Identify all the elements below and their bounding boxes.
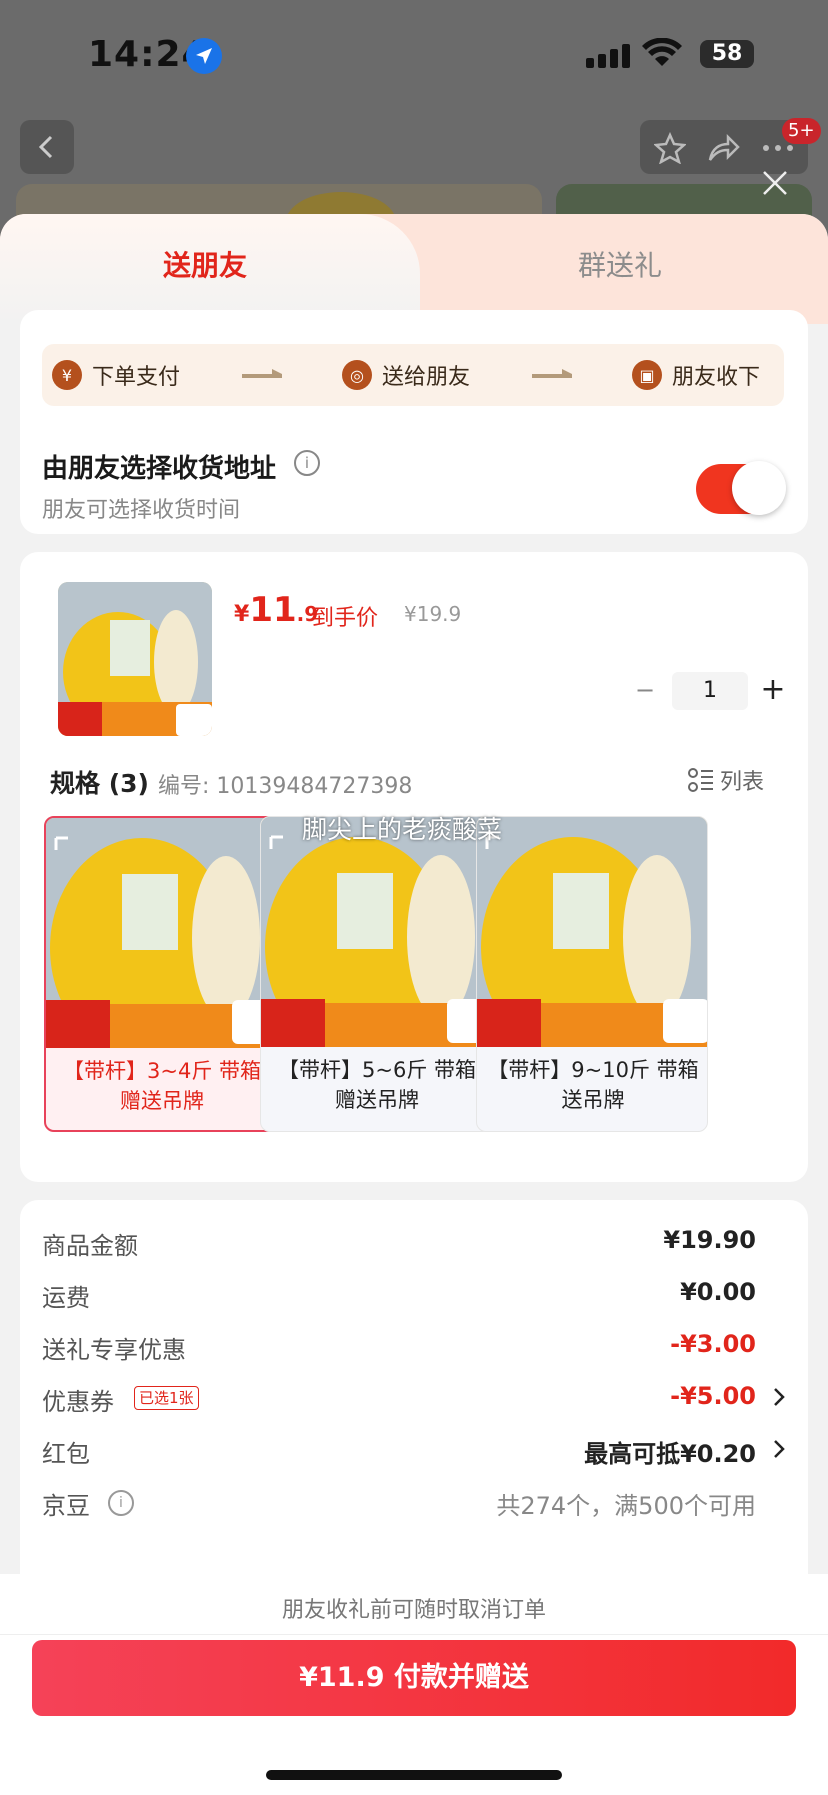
cellular-signal-icon bbox=[586, 44, 630, 68]
address-toggle[interactable] bbox=[696, 461, 786, 515]
summary-row-jd-beans: 京豆 i 共274个，满500个可用 bbox=[42, 1482, 786, 1522]
list-view-button[interactable]: 列表 bbox=[688, 764, 764, 796]
tab-group-gift[interactable]: 群送礼 bbox=[520, 244, 720, 284]
step-send: ◎ 送给朋友 bbox=[342, 359, 470, 391]
summary-value: ¥19.90 bbox=[663, 1226, 756, 1254]
tab-send-friend-label: 送朋友 bbox=[162, 249, 247, 282]
spec-code: 编号: 10139484727398 bbox=[158, 774, 413, 799]
summary-row-shipping: 运费 ¥0.00 bbox=[42, 1274, 786, 1314]
step-receive-label: 朋友收下 bbox=[672, 365, 761, 390]
quantity-input[interactable]: 1 bbox=[672, 672, 748, 710]
quantity-increase-button[interactable]: + bbox=[756, 672, 790, 710]
arrow-icon bbox=[242, 369, 282, 378]
summary-row-gift-discount: 送礼专享优惠 -¥3.00 bbox=[42, 1326, 786, 1366]
gift-steps: ¥ 下单支付 ◎ 送给朋友 ▣ 朋友收下 bbox=[42, 344, 784, 406]
yen-icon: ¥ bbox=[52, 360, 82, 390]
more-icon[interactable] bbox=[762, 144, 794, 152]
watermark-text: 脚尖上的老痰酸菜 bbox=[302, 815, 503, 844]
step-receive: ▣ 朋友收下 bbox=[632, 359, 760, 391]
address-option-subtitle: 朋友可选择收货时间 bbox=[42, 498, 241, 523]
spec-option-1[interactable]: 【带杆】3~4斤 带箱 赠送吊牌 bbox=[44, 816, 276, 1132]
info-icon[interactable]: i bbox=[108, 1490, 134, 1516]
status-bar: 14:24 58 bbox=[0, 0, 828, 110]
summary-key: 京豆 bbox=[42, 1492, 90, 1520]
wifi-icon bbox=[642, 38, 682, 66]
arrow-icon bbox=[532, 369, 572, 378]
summary-key: 优惠券 bbox=[42, 1388, 114, 1416]
summary-value: ¥0.00 bbox=[680, 1278, 756, 1306]
chevron-right-icon bbox=[774, 1388, 785, 1406]
summary-key: 运费 bbox=[42, 1284, 90, 1312]
spec-option-label: 【带杆】9~10斤 带箱 送吊牌 bbox=[487, 1058, 699, 1112]
spec-option-label: 【带杆】3~4斤 带箱 赠送吊牌 bbox=[63, 1059, 261, 1113]
info-icon[interactable]: i bbox=[294, 450, 320, 476]
gift-sheet: 送朋友 群送礼 ¥ 下单支付 ◎ 送给朋友 ▣ 朋友收下 由朋友选择收货地址 i… bbox=[0, 214, 828, 1795]
list-view-label: 列表 bbox=[720, 770, 765, 795]
notification-badge: 5+ bbox=[782, 118, 821, 144]
gift-flow-card: ¥ 下单支付 ◎ 送给朋友 ▣ 朋友收下 由朋友选择收货地址 i 朋友可选择收货… bbox=[20, 310, 808, 534]
divider bbox=[0, 1634, 828, 1635]
chevron-right-icon bbox=[774, 1440, 785, 1458]
summary-key: 商品金额 bbox=[42, 1232, 138, 1260]
step-pay: ¥ 下单支付 bbox=[52, 359, 180, 391]
deal-price: ¥11.9 bbox=[234, 590, 319, 630]
spec-image bbox=[477, 817, 707, 1047]
spec-option-3[interactable]: 【带杆】9~10斤 带箱 送吊牌 bbox=[476, 816, 708, 1132]
summary-value: 最高可抵¥0.20 bbox=[584, 1440, 756, 1468]
spec-option-label: 【带杆】5~6斤 带箱 赠送吊牌 bbox=[278, 1058, 476, 1112]
wechat-icon: ◎ bbox=[342, 360, 372, 390]
summary-row-goods: 商品金额 ¥19.90 bbox=[42, 1222, 786, 1262]
battery-level: 58 bbox=[711, 41, 743, 66]
gift-icon: ▣ bbox=[632, 360, 662, 390]
share-icon[interactable] bbox=[706, 132, 740, 164]
summary-row-coupon[interactable]: 优惠券 已选1张 -¥5.00 bbox=[42, 1378, 786, 1418]
price-summary-card: 商品金额 ¥19.90 运费 ¥0.00 送礼专享优惠 -¥3.00 优惠券 已… bbox=[20, 1200, 808, 1580]
product-image[interactable] bbox=[58, 582, 212, 736]
footer-bar: 朋友收礼前可随时取消订单 ¥11.9 付款并赠送 bbox=[0, 1574, 828, 1795]
back-button[interactable] bbox=[20, 120, 74, 174]
step-pay-label: 下单支付 bbox=[92, 365, 181, 390]
cancel-note: 朋友收礼前可随时取消订单 bbox=[281, 1598, 546, 1623]
summary-value: -¥3.00 bbox=[670, 1330, 756, 1358]
pay-and-send-button[interactable]: ¥11.9 付款并赠送 bbox=[32, 1640, 796, 1716]
summary-row-redpacket[interactable]: 红包 最高可抵¥0.20 bbox=[42, 1430, 786, 1470]
spec-title: 规格 (3) bbox=[50, 769, 149, 798]
summary-key: 红包 bbox=[42, 1440, 90, 1468]
original-price: ¥19.9 bbox=[404, 602, 462, 626]
summary-value: 共274个，满500个可用 bbox=[496, 1492, 756, 1520]
summary-key: 送礼专享优惠 bbox=[42, 1336, 186, 1364]
close-icon[interactable] bbox=[760, 168, 790, 198]
chevron-left-icon bbox=[38, 135, 53, 159]
tab-bar: 送朋友 群送礼 bbox=[0, 214, 828, 324]
tab-send-friend[interactable]: 送朋友 bbox=[0, 214, 420, 324]
battery-icon: 58 bbox=[700, 40, 754, 68]
quantity-decrease-button[interactable]: − bbox=[630, 676, 660, 706]
home-indicator bbox=[266, 1770, 562, 1780]
spec-option-2[interactable]: 【带杆】5~6斤 带箱 赠送吊牌 bbox=[260, 816, 492, 1132]
step-send-label: 送给朋友 bbox=[382, 365, 471, 390]
list-icon bbox=[688, 768, 713, 792]
coupon-selected-tag: 已选1张 bbox=[134, 1386, 199, 1410]
spec-image bbox=[46, 818, 274, 1048]
star-icon[interactable] bbox=[654, 132, 686, 164]
address-option-title: 由朋友选择收货地址 bbox=[42, 454, 277, 484]
location-arrow-icon bbox=[186, 38, 222, 74]
deal-price-label: 到手价 bbox=[312, 606, 379, 631]
product-card: ¥11.9 到手价 ¥19.9 − 1 + 规格 (3) 编号: 1013948… bbox=[20, 552, 808, 1182]
summary-value: -¥5.00 bbox=[670, 1382, 756, 1410]
spec-image bbox=[261, 817, 491, 1047]
